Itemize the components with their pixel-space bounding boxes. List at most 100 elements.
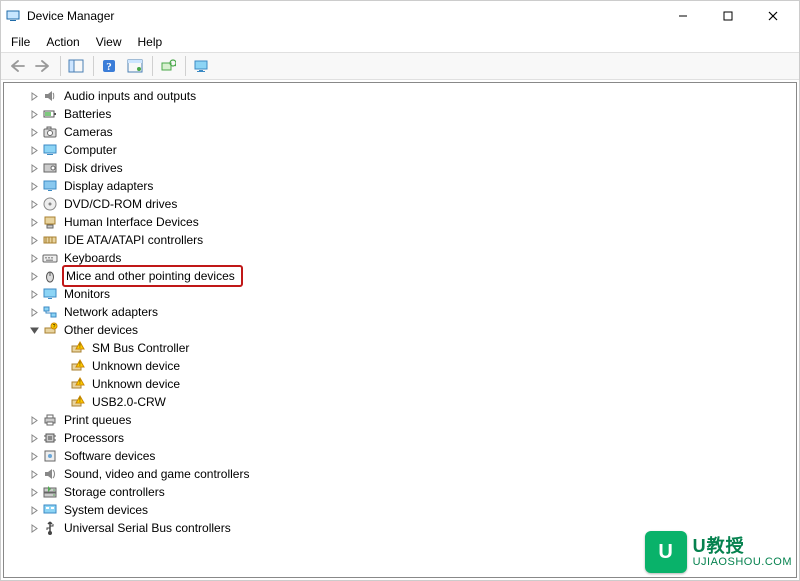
titlebar: Device Manager <box>1 1 799 31</box>
tree-row[interactable]: Processors <box>20 429 796 447</box>
minimize-button[interactable] <box>660 2 705 30</box>
expand-icon[interactable] <box>26 250 42 266</box>
warn-icon: ! <box>70 394 86 410</box>
collapse-icon[interactable] <box>26 322 42 338</box>
menu-view[interactable]: View <box>88 33 130 51</box>
tree-item-label: Network adapters <box>62 303 160 321</box>
system-icon <box>42 502 58 518</box>
expand-icon[interactable] <box>26 88 42 104</box>
tree-item-label: Batteries <box>62 105 113 123</box>
tree-row[interactable]: Batteries <box>20 105 796 123</box>
disk-icon <box>42 160 58 176</box>
tree-row[interactable]: System devices <box>20 501 796 519</box>
audio-icon <box>42 88 58 104</box>
expand-icon[interactable] <box>26 232 42 248</box>
expand-icon[interactable] <box>26 412 42 428</box>
toolbar-separator <box>185 56 186 76</box>
watermark: U U教授 UJIAOSHOU.COM <box>645 531 792 573</box>
tree-row[interactable]: Storage controllers <box>20 483 796 501</box>
expand-icon[interactable] <box>26 520 42 536</box>
tree-row[interactable]: IDE ATA/ATAPI controllers <box>20 231 796 249</box>
tree-row[interactable]: Audio inputs and outputs <box>20 87 796 105</box>
tree-item-label: Audio inputs and outputs <box>62 87 198 105</box>
close-button[interactable] <box>750 2 795 30</box>
toolbar: ? <box>1 52 799 80</box>
expand-icon[interactable] <box>26 160 42 176</box>
properties-button[interactable] <box>123 54 147 78</box>
tree-item-label: Cameras <box>62 123 115 141</box>
watermark-text-1: U教授 <box>693 537 792 555</box>
tree-row[interactable]: Computer <box>20 141 796 159</box>
expand-icon[interactable] <box>26 124 42 140</box>
show-hide-console-tree-button[interactable] <box>64 54 88 78</box>
tree-item-label: Sound, video and game controllers <box>62 465 251 483</box>
camera-icon <box>42 124 58 140</box>
tree-item-label: Other devices <box>62 321 140 339</box>
expand-icon[interactable] <box>26 466 42 482</box>
tree-row[interactable]: Display adapters <box>20 177 796 195</box>
menu-help[interactable]: Help <box>130 33 171 51</box>
expand-icon[interactable] <box>26 304 42 320</box>
tree-item-label: Software devices <box>62 447 157 465</box>
expand-placeholder <box>54 340 70 356</box>
expand-icon[interactable] <box>26 502 42 518</box>
expand-icon[interactable] <box>26 430 42 446</box>
expand-icon[interactable] <box>26 196 42 212</box>
tree-item-label: Display adapters <box>62 177 155 195</box>
expand-icon[interactable] <box>26 106 42 122</box>
toolbar-separator <box>60 56 61 76</box>
cpu-icon <box>42 430 58 446</box>
menubar: File Action View Help <box>1 31 799 52</box>
warn-icon: ! <box>70 358 86 374</box>
expand-icon[interactable] <box>26 448 42 464</box>
display-icon <box>42 178 58 194</box>
tree-row[interactable]: !Unknown device <box>20 375 796 393</box>
tree-row[interactable]: Print queues <box>20 411 796 429</box>
tree-row[interactable]: Monitors <box>20 285 796 303</box>
toolbar-separator <box>93 56 94 76</box>
expand-icon[interactable] <box>26 268 42 284</box>
menu-action[interactable]: Action <box>38 33 87 51</box>
tree-row[interactable]: Human Interface Devices <box>20 213 796 231</box>
maximize-button[interactable] <box>705 2 750 30</box>
tree-item-label: Print queues <box>62 411 133 429</box>
watermark-logo: U <box>645 531 687 573</box>
print-icon <box>42 412 58 428</box>
expand-icon[interactable] <box>26 484 42 500</box>
expand-placeholder <box>54 394 70 410</box>
tree-item-label: Processors <box>62 429 126 447</box>
tree-item-label: IDE ATA/ATAPI controllers <box>62 231 205 249</box>
monitor-icon-button[interactable] <box>189 54 213 78</box>
tree-row[interactable]: Mice and other pointing devices <box>20 267 796 285</box>
keyboard-icon <box>42 250 58 266</box>
tree-row[interactable]: Network adapters <box>20 303 796 321</box>
tree-item-label: System devices <box>62 501 150 519</box>
expand-icon[interactable] <box>26 178 42 194</box>
tree-item-label: Unknown device <box>90 357 182 375</box>
expand-icon[interactable] <box>26 142 42 158</box>
tree-item-label: Mice and other pointing devices <box>62 265 243 287</box>
help-button[interactable]: ? <box>97 54 121 78</box>
tree-row[interactable]: ?Other devices <box>20 321 796 339</box>
sound-icon <box>42 466 58 482</box>
tree-item-label: Monitors <box>62 285 112 303</box>
tree-row[interactable]: Sound, video and game controllers <box>20 465 796 483</box>
mouse-icon <box>42 268 58 284</box>
device-tree[interactable]: Audio inputs and outputsBatteriesCameras… <box>3 82 797 578</box>
tree-row[interactable]: DVD/CD-ROM drives <box>20 195 796 213</box>
expand-icon[interactable] <box>26 286 42 302</box>
scan-hardware-button[interactable] <box>156 54 180 78</box>
forward-button[interactable] <box>31 54 55 78</box>
expand-icon[interactable] <box>26 214 42 230</box>
dvd-icon <box>42 196 58 212</box>
tree-row[interactable]: Disk drives <box>20 159 796 177</box>
window-title: Device Manager <box>27 9 114 23</box>
tree-item-label: Universal Serial Bus controllers <box>62 519 233 537</box>
tree-row[interactable]: Software devices <box>20 447 796 465</box>
tree-row[interactable]: Cameras <box>20 123 796 141</box>
menu-file[interactable]: File <box>3 33 38 51</box>
tree-row[interactable]: !SM Bus Controller <box>20 339 796 357</box>
tree-row[interactable]: !Unknown device <box>20 357 796 375</box>
tree-row[interactable]: !USB2.0-CRW <box>20 393 796 411</box>
back-button[interactable] <box>5 54 29 78</box>
